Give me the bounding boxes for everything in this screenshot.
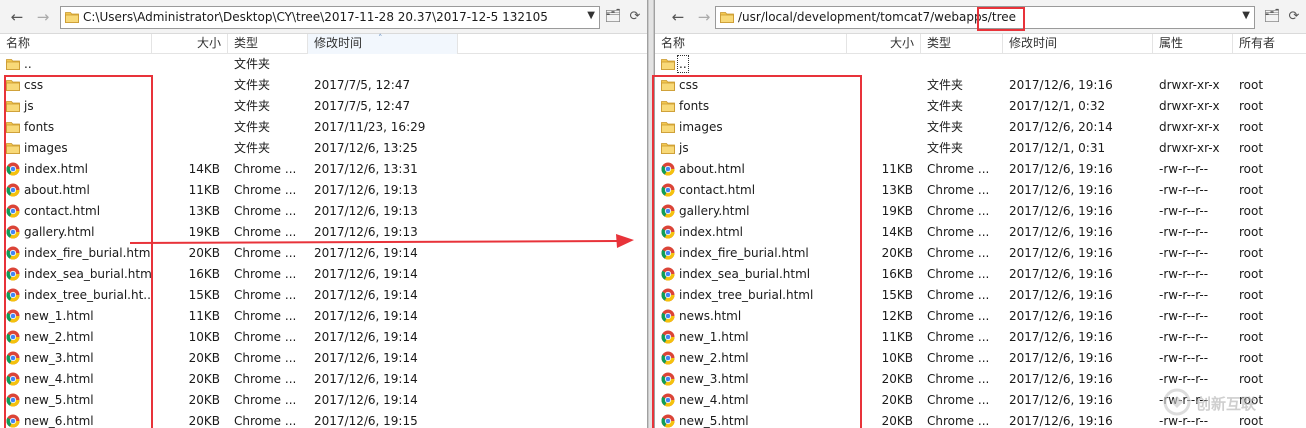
- transfer-arrow: [129, 234, 634, 248]
- logo-icon: [1163, 388, 1191, 416]
- watermark-logo: 创新互联: [1160, 384, 1300, 420]
